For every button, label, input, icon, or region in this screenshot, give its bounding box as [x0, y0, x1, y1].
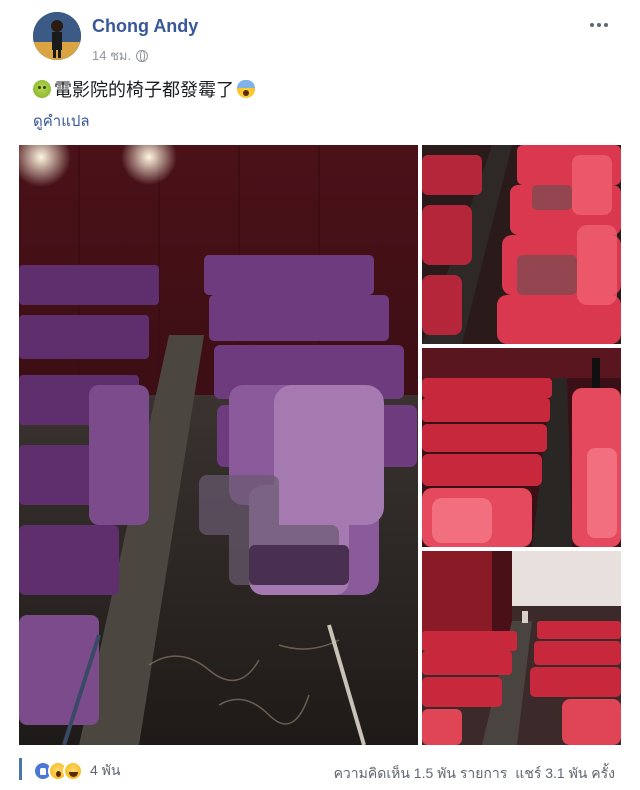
- more-options-button[interactable]: [586, 14, 612, 36]
- reactions-summary[interactable]: 4 พัน: [33, 760, 120, 782]
- engagement-stats: ความคิดเห็น 1.5 พัน รายการ แชร์ 3.1 พัน …: [334, 763, 615, 785]
- shares-count-link[interactable]: แชร์ 3.1 พัน ครั้ง: [515, 763, 615, 785]
- haha-icon: [63, 761, 83, 781]
- dot-icon: [604, 23, 608, 27]
- author-avatar[interactable]: [33, 12, 81, 60]
- timestamp-text: 14 ชม.: [92, 48, 132, 63]
- post-text-content: 電影院的椅子都發霉了: [54, 80, 234, 101]
- theatre-screen-photo: [422, 551, 621, 745]
- comments-count-link[interactable]: ความคิดเห็น 1.5 พัน รายการ: [334, 763, 508, 785]
- author-name[interactable]: Chong Andy: [92, 16, 198, 37]
- footer-accent-bar: [19, 758, 22, 780]
- dot-icon: [597, 23, 601, 27]
- reaction-count: 4 พัน: [90, 762, 121, 778]
- post-footer: 4 พัน ความคิดเห็น 1.5 พัน รายการ แชร์ 3.…: [19, 754, 621, 790]
- photo-middle-right[interactable]: [422, 348, 621, 547]
- globe-icon: [136, 49, 149, 62]
- photo-bottom-right[interactable]: [422, 551, 621, 745]
- photo-main[interactable]: [19, 145, 418, 745]
- photo-top-right[interactable]: [422, 145, 621, 344]
- dot-icon: [590, 23, 594, 27]
- post-timestamp[interactable]: 14 ชม.: [92, 45, 149, 66]
- moldy-seats-photo: [19, 145, 418, 745]
- avatar-image: [33, 12, 81, 60]
- see-translation-link[interactable]: ดูคำแปล: [33, 109, 90, 133]
- sick-face-icon: [33, 80, 51, 98]
- post-text: 電影院的椅子都發霉了: [33, 76, 255, 102]
- facebook-post: Chong Andy 14 ชม. 電影院的椅子都發霉了 ดูคำแปล 4 พ…: [0, 0, 640, 790]
- screaming-face-icon: [237, 80, 255, 98]
- red-seat-rows-photo: [422, 348, 621, 547]
- photo-grid: [19, 145, 621, 745]
- red-seats-photo: [422, 145, 621, 344]
